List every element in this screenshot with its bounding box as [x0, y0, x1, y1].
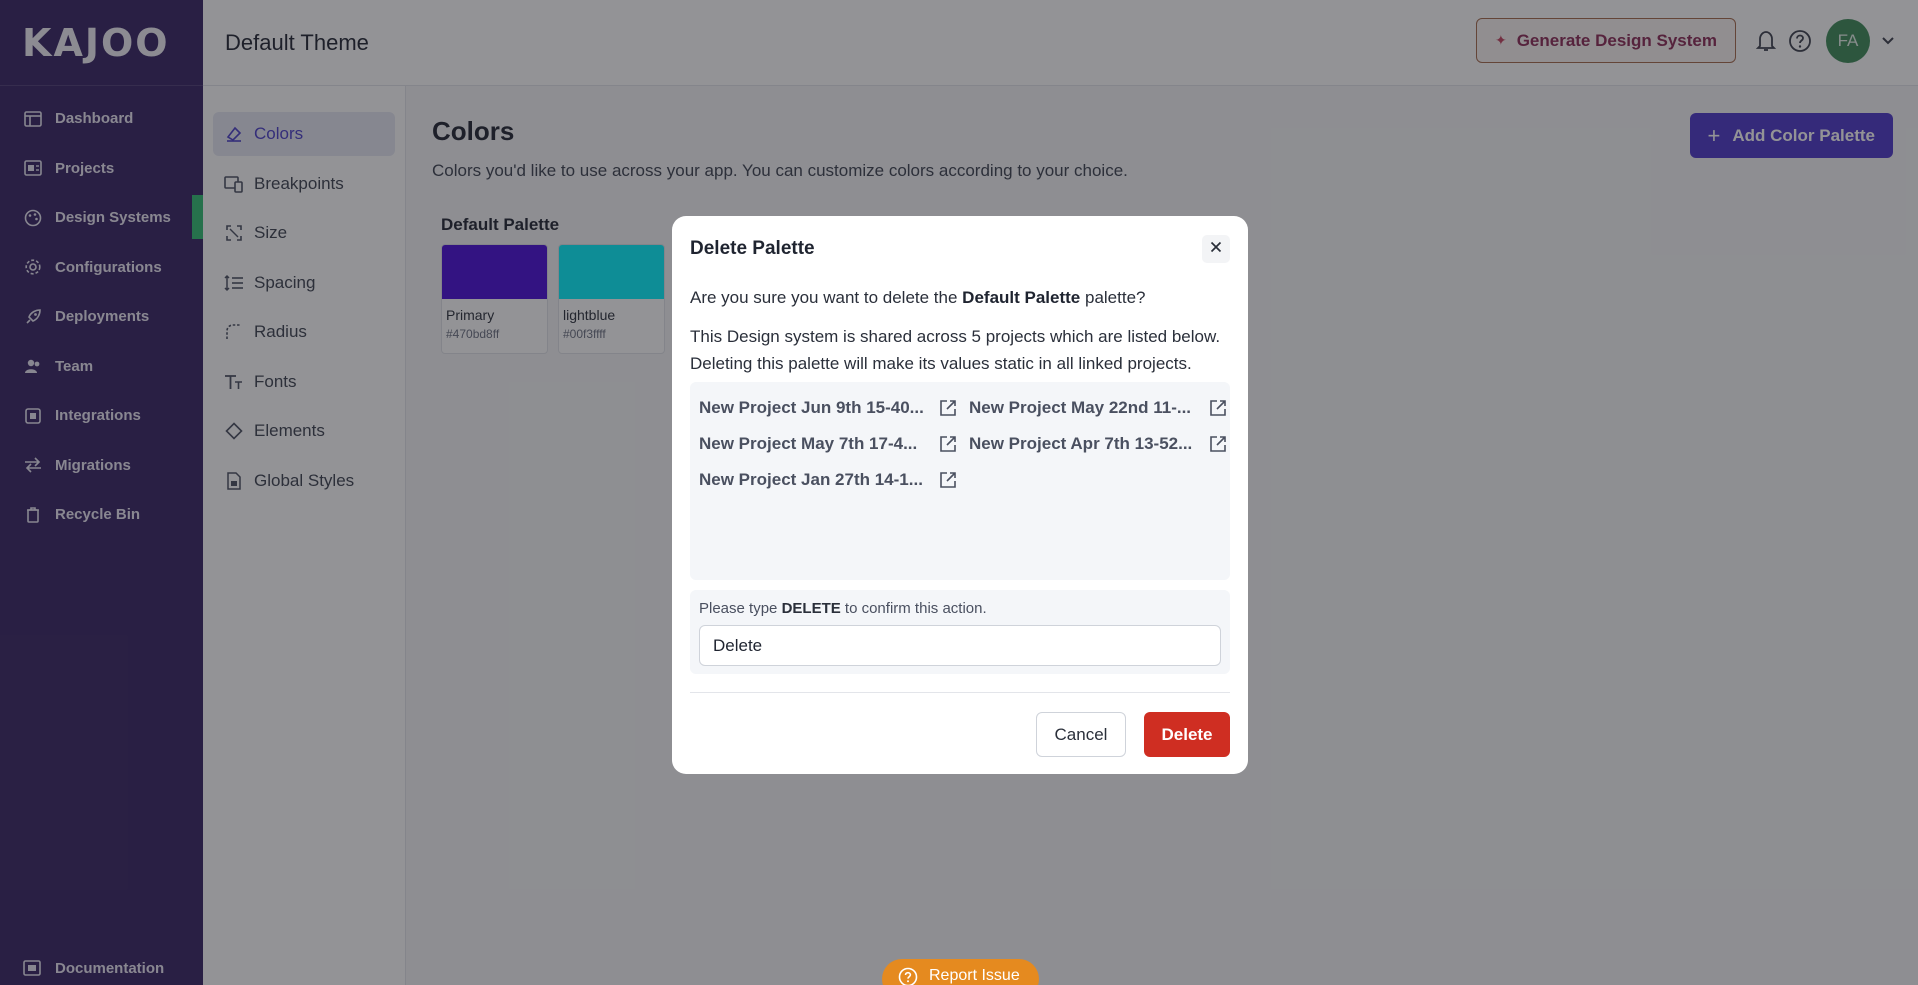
delete-question: Are you sure you want to delete the Defa… [690, 288, 1146, 308]
linked-projects-list: New Project Jun 9th 15-40... New Project… [690, 382, 1230, 580]
modal-divider [690, 692, 1230, 693]
confirm-prefix: Please type [699, 600, 782, 617]
close-button[interactable] [1202, 235, 1230, 263]
report-issue-label: Report Issue [929, 967, 1020, 984]
project-name: New Project Apr 7th 13-52... [969, 434, 1193, 453]
project-name: New Project May 7th 17-4... [699, 434, 918, 453]
external-link-icon[interactable] [937, 433, 959, 455]
confirm-instruction: Please type DELETE to confirm this actio… [699, 600, 987, 617]
report-issue-button[interactable]: Report Issue [882, 959, 1039, 985]
external-link-icon[interactable] [937, 397, 959, 419]
confirm-delete-input[interactable] [699, 625, 1221, 666]
project-name: New Project Jun 9th 15-40... [699, 398, 924, 417]
external-link-icon[interactable] [1207, 397, 1229, 419]
question-suffix: palette? [1080, 288, 1146, 307]
list-item: New Project May 7th 17-4... [699, 426, 969, 462]
help-icon [898, 967, 918, 985]
list-item: New Project Jun 9th 15-40... [699, 390, 969, 426]
list-item: New Project Apr 7th 13-52... [969, 426, 1229, 462]
project-name: New Project May 22nd 11-... [969, 398, 1192, 417]
modal-title: Delete Palette [690, 238, 815, 259]
delete-palette-modal: Delete Palette Are you sure you want to … [672, 216, 1248, 774]
project-name: New Project Jan 27th 14-1... [699, 470, 923, 489]
cancel-button[interactable]: Cancel [1036, 712, 1126, 757]
close-icon [1210, 240, 1222, 258]
shared-projects-info: This Design system is shared across 5 pr… [690, 327, 1221, 373]
question-palette-name: Default Palette [962, 288, 1081, 307]
list-item: New Project Jan 27th 14-1... [699, 462, 969, 498]
confirm-keyword: DELETE [781, 600, 841, 617]
external-link-icon[interactable] [1207, 433, 1229, 455]
list-item: New Project May 22nd 11-... [969, 390, 1229, 426]
delete-button[interactable]: Delete [1144, 712, 1230, 757]
confirm-delete-box: Please type DELETE to confirm this actio… [690, 590, 1230, 674]
question-prefix: Are you sure you want to delete the [690, 288, 963, 307]
confirm-suffix: to confirm this action. [840, 600, 987, 617]
external-link-icon[interactable] [937, 469, 959, 491]
